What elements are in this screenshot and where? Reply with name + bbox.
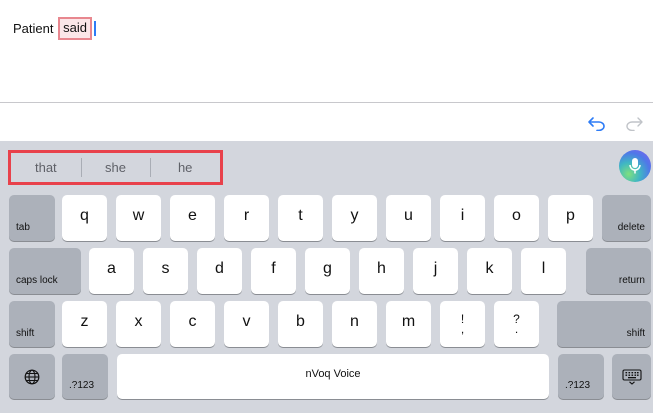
- key-e[interactable]: e: [170, 195, 215, 241]
- keyboard-dismiss-icon: [621, 368, 642, 385]
- key-a[interactable]: a: [89, 248, 134, 294]
- key-exclaim-comma[interactable]: ! ,: [440, 301, 485, 347]
- redo-arrow-icon: [626, 117, 643, 131]
- suggestion-item[interactable]: that: [11, 153, 81, 182]
- suggestion-item[interactable]: she: [80, 153, 151, 182]
- suggestions-group: that she he: [8, 150, 223, 185]
- delete-key[interactable]: delete: [602, 195, 651, 241]
- dictation-button[interactable]: [619, 150, 651, 182]
- key-label: c: [188, 313, 197, 330]
- key-n[interactable]: n: [332, 301, 377, 347]
- key-label: a: [107, 260, 116, 277]
- return-key[interactable]: return: [586, 248, 651, 294]
- key-o[interactable]: o: [494, 195, 539, 241]
- editor-text-line[interactable]: Patient said: [13, 17, 96, 41]
- key-b[interactable]: b: [278, 301, 323, 347]
- tab-key-label: tab: [16, 222, 30, 233]
- key-u[interactable]: u: [386, 195, 431, 241]
- globe-key[interactable]: [9, 354, 55, 399]
- key-h[interactable]: h: [359, 248, 404, 294]
- key-label: y: [350, 207, 359, 224]
- shift-key-label: shift: [16, 328, 35, 339]
- key-label: z: [80, 313, 89, 330]
- key-label: s: [161, 260, 170, 277]
- microphone-icon: [629, 158, 641, 174]
- key-f[interactable]: f: [251, 248, 296, 294]
- dismiss-keyboard-key[interactable]: [612, 354, 651, 399]
- key-label: t: [298, 207, 303, 224]
- space-key-label: nVoq Voice: [305, 367, 361, 380]
- text-editor[interactable]: Patient said: [0, 0, 653, 103]
- key-p[interactable]: p: [548, 195, 593, 241]
- key-d[interactable]: d: [197, 248, 242, 294]
- on-screen-keyboard: that she he tab q w e r t y u i o p dele…: [0, 141, 653, 413]
- highlighted-word[interactable]: said: [58, 17, 92, 40]
- key-label-bottom: ,: [460, 322, 465, 336]
- editor-divider: [0, 102, 653, 103]
- return-key-label: return: [618, 275, 645, 286]
- text-caret: [93, 21, 96, 36]
- editor-text: Patient: [13, 21, 58, 36]
- key-label: u: [404, 207, 413, 224]
- undo-arrow-icon: [588, 117, 605, 131]
- space-key[interactable]: nVoq Voice: [117, 354, 549, 399]
- numbers-key-label: .?123: [69, 380, 95, 391]
- key-label: n: [350, 313, 359, 330]
- key-label: k: [485, 260, 494, 277]
- key-v[interactable]: v: [224, 301, 269, 347]
- predictive-text-bar: that she he: [0, 141, 653, 193]
- key-q[interactable]: q: [62, 195, 107, 241]
- key-question-period[interactable]: ? .: [494, 301, 539, 347]
- key-label: x: [134, 313, 143, 330]
- key-label: m: [401, 313, 416, 330]
- key-k[interactable]: k: [467, 248, 512, 294]
- key-i[interactable]: i: [440, 195, 485, 241]
- key-r[interactable]: r: [224, 195, 269, 241]
- key-g[interactable]: g: [305, 248, 350, 294]
- highlighted-word-text: said: [63, 20, 87, 35]
- key-label: e: [188, 207, 197, 224]
- numbers-key-right[interactable]: .?123: [558, 354, 604, 399]
- key-z[interactable]: z: [62, 301, 107, 347]
- key-c[interactable]: c: [170, 301, 215, 347]
- shift-key-left[interactable]: shift: [9, 301, 55, 347]
- shift-key-right[interactable]: shift: [557, 301, 651, 347]
- key-label: h: [377, 260, 386, 277]
- tab-key[interactable]: tab: [9, 195, 55, 241]
- caps-lock-key[interactable]: caps lock: [9, 248, 81, 294]
- key-label: r: [243, 207, 250, 224]
- caps-lock-key-label: caps lock: [16, 275, 58, 286]
- numbers-key-label: .?123: [565, 380, 591, 391]
- key-label: i: [460, 207, 465, 224]
- key-w[interactable]: w: [116, 195, 161, 241]
- shift-key-label: shift: [626, 328, 645, 339]
- undo-button[interactable]: [585, 112, 609, 134]
- key-label: d: [215, 260, 224, 277]
- key-m[interactable]: m: [386, 301, 431, 347]
- key-label: f: [271, 260, 276, 277]
- key-label: b: [296, 313, 305, 330]
- delete-key-label: delete: [617, 222, 645, 233]
- suggestion-item[interactable]: he: [150, 153, 220, 182]
- key-j[interactable]: j: [413, 248, 458, 294]
- key-label: q: [80, 207, 89, 224]
- key-label: w: [132, 207, 145, 224]
- key-s[interactable]: s: [143, 248, 188, 294]
- redo-button[interactable]: [622, 112, 646, 134]
- key-label-bottom: .: [514, 322, 519, 336]
- globe-icon: [24, 369, 40, 384]
- key-label: g: [323, 260, 332, 277]
- key-label: p: [566, 207, 575, 224]
- key-t[interactable]: t: [278, 195, 323, 241]
- key-l[interactable]: l: [521, 248, 566, 294]
- key-label: j: [433, 260, 438, 277]
- key-x[interactable]: x: [116, 301, 161, 347]
- key-label: l: [541, 260, 546, 277]
- key-label: o: [512, 207, 521, 224]
- key-label: v: [242, 313, 251, 330]
- key-y[interactable]: y: [332, 195, 377, 241]
- numbers-key-left[interactable]: .?123: [62, 354, 108, 399]
